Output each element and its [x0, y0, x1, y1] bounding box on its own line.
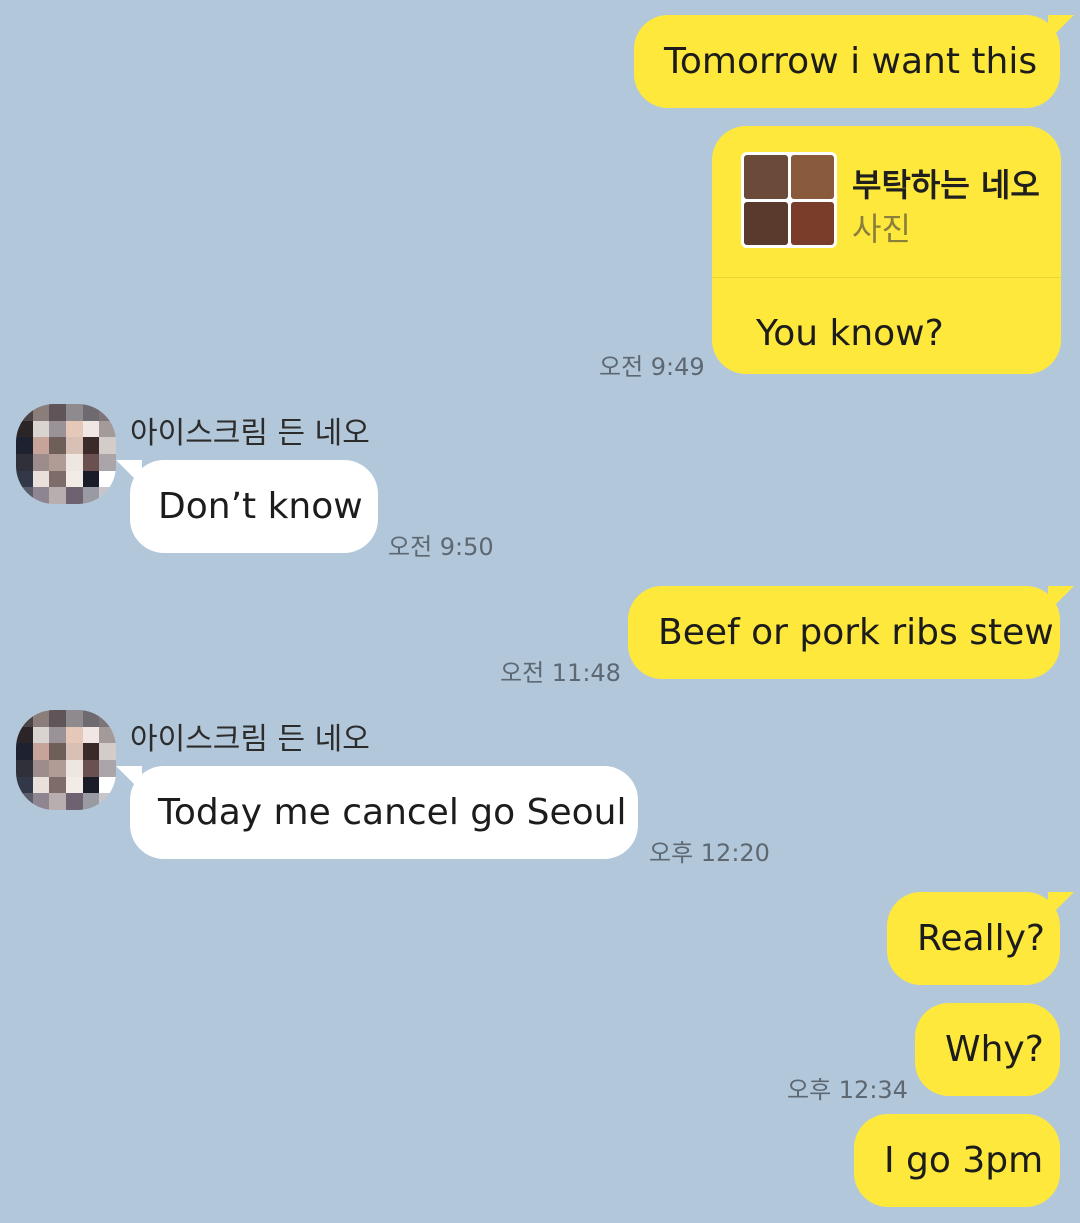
incoming-message-bubble[interactable]: Don’t know [116, 460, 378, 553]
message-text: Why? [945, 1028, 1044, 1070]
avatar[interactable] [16, 404, 116, 504]
sender-name: 아이스크림 든 네오 [130, 722, 370, 757]
card-title: 부탁하는 네오 [852, 166, 1040, 204]
avatar[interactable] [16, 710, 116, 810]
outgoing-message-bubble[interactable]: Really? [887, 892, 1074, 985]
card-subtitle: 사진 [852, 210, 911, 248]
outgoing-message-bubble[interactable]: I go 3pm [854, 1114, 1060, 1207]
incoming-message-bubble[interactable]: Today me cancel go Seoul [116, 766, 638, 859]
food-photo-collage-icon[interactable] [741, 152, 837, 248]
message-text: Beef or pork ribs stew [658, 611, 1054, 653]
message-timestamp: 오전 11:48 [500, 659, 621, 687]
message-text: Don’t know [158, 485, 363, 527]
outgoing-message-bubble[interactable]: Tomorrow i want this [634, 15, 1074, 108]
message-text: Today me cancel go Seoul [158, 791, 627, 833]
sender-name: 아이스크림 든 네오 [130, 416, 370, 451]
shared-photo-card[interactable]: 부탁하는 네오 사진 You know? [712, 126, 1061, 374]
message-timestamp: 오전 9:49 [599, 353, 705, 381]
outgoing-message-bubble[interactable]: Beef or pork ribs stew [628, 586, 1074, 679]
message-text: You know? [756, 313, 944, 354]
message-text: Tomorrow i want this [664, 40, 1038, 82]
outgoing-message-bubble[interactable]: Why? [915, 1003, 1060, 1096]
message-timestamp: 오전 9:50 [388, 533, 494, 561]
message-timestamp: 오후 12:34 [787, 1076, 908, 1104]
message-timestamp: 오후 12:20 [649, 839, 770, 867]
card-divider [712, 277, 1061, 278]
message-text: Really? [917, 917, 1046, 959]
message-text: I go 3pm [884, 1139, 1044, 1181]
